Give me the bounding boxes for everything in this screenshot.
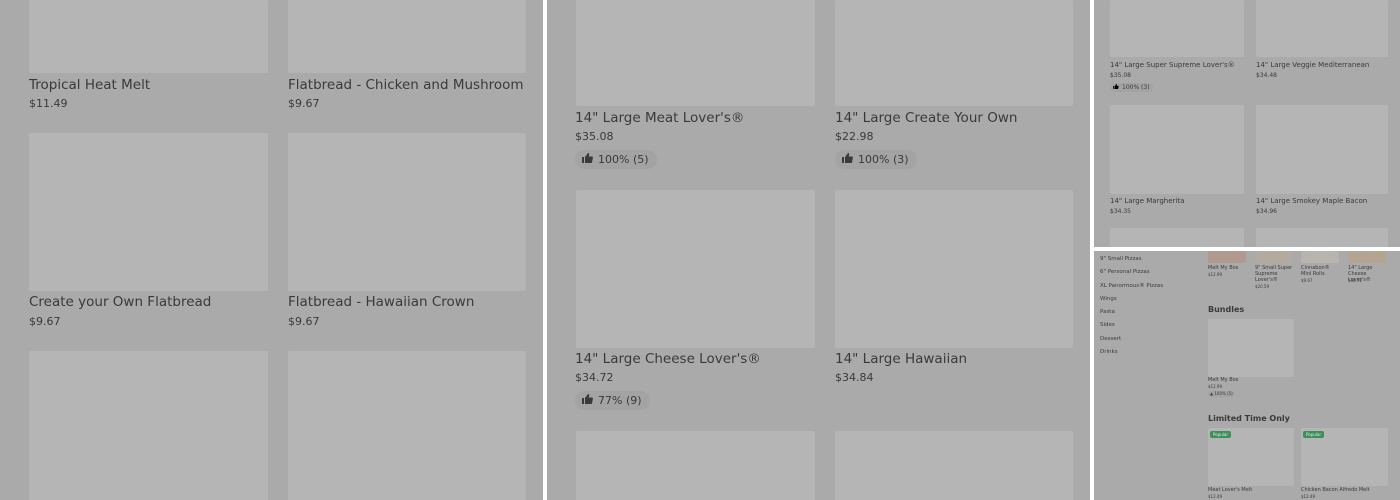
item-image[interactable]	[1348, 251, 1386, 263]
thumbs-up-icon	[1113, 84, 1119, 91]
item-price: $34.96	[1256, 208, 1277, 215]
item-price: $9.67	[29, 315, 61, 328]
item-name[interactable]: 14" Large Super Supreme Lover's®	[1110, 61, 1235, 69]
item-price: $34.72	[575, 371, 614, 384]
item-price: $12.49	[1208, 494, 1222, 499]
item-name[interactable]: 14" Large Hawaiian	[835, 351, 967, 367]
item-price: $34.48	[1256, 72, 1277, 79]
menu-panel-large-pizzas: 14" Large Meat Lover's® $35.08 100% (5) …	[547, 0, 1090, 500]
nav-item-small-pizzas[interactable]: 9" Small Pizzas	[1100, 256, 1142, 262]
nav-item-xl-pizzas[interactable]: XL Panormous® Pizzas	[1100, 283, 1163, 289]
item-price: $34.72	[1348, 278, 1362, 283]
item-name[interactable]: Tropical Heat Melt	[29, 77, 150, 93]
thumbs-up-icon	[582, 394, 593, 407]
nav-item-personal-pizzas[interactable]: 6" Personal Pizzas	[1100, 269, 1150, 275]
thumbs-up-icon	[842, 153, 853, 166]
item-image[interactable]	[288, 133, 526, 291]
item-price: $35.08	[1110, 72, 1131, 79]
nav-item-wings[interactable]: Wings	[1100, 296, 1117, 302]
item-image[interactable]	[1110, 0, 1244, 57]
item-name[interactable]: Create your Own Flatbread	[29, 294, 211, 310]
item-image[interactable]	[1208, 251, 1246, 263]
item-price: $9.67	[1301, 278, 1313, 283]
item-name[interactable]: 14" Large Veggie Mediterranean	[1256, 61, 1369, 69]
rating-text: 100% (3)	[858, 153, 909, 166]
rating-text: 100% (3)	[1122, 84, 1150, 91]
item-name[interactable]: 14" Large Create Your Own	[835, 110, 1017, 126]
item-price: $9.67	[288, 97, 320, 110]
item-price: $12.99	[1208, 384, 1222, 389]
item-name[interactable]: 9" Small Super Supreme Lover's®	[1255, 265, 1295, 283]
item-image[interactable]	[288, 0, 526, 73]
item-price: $11.49	[29, 97, 68, 110]
rating-badge: 77% (9)	[575, 391, 650, 410]
item-image[interactable]	[835, 190, 1073, 348]
item-price: $12.99	[1208, 272, 1222, 277]
bundles-heading: Bundles	[1208, 305, 1245, 314]
item-image[interactable]	[835, 431, 1073, 500]
item-price: $20.59	[1255, 284, 1269, 289]
rating-badge: 100% (3)	[1110, 83, 1153, 92]
item-price: $9.67	[288, 315, 320, 328]
limited-time-heading: Limited Time Only	[1208, 414, 1290, 423]
item-image[interactable]	[288, 351, 526, 500]
item-image[interactable]	[1208, 319, 1294, 377]
rating-text: 100% (5)	[1214, 391, 1233, 396]
item-name[interactable]: Cinnabon® Mini Rolls	[1301, 265, 1341, 277]
item-image[interactable]	[1256, 0, 1388, 57]
rating-text: 100% (5)	[598, 153, 649, 166]
item-name[interactable]: 14" Large Smokey Maple Bacon	[1256, 197, 1367, 205]
item-name[interactable]: 14" Large Cheese Lover's®	[575, 351, 761, 367]
rating-badge: 100% (3)	[835, 150, 917, 169]
item-image[interactable]	[1255, 251, 1293, 263]
item-image[interactable]	[1110, 105, 1244, 194]
item-price: $22.98	[835, 130, 874, 143]
menu-panel-specialty-pizzas: 14" Large Super Supreme Lover's® $35.08 …	[1094, 0, 1400, 247]
menu-panel-flatbreads: Tropical Heat Melt $11.49 Flatbread - Ch…	[0, 0, 543, 500]
item-price: $34.84	[835, 371, 874, 384]
item-name[interactable]: Chicken Bacon Alfredo Melt	[1301, 487, 1370, 493]
nav-item-drinks[interactable]: Drinks	[1100, 349, 1118, 355]
menu-panel-overview: 9" Small Pizzas 6" Personal Pizzas XL Pa…	[1094, 251, 1400, 500]
thumbs-up-icon	[582, 153, 593, 166]
item-image[interactable]	[1256, 228, 1388, 247]
item-image[interactable]	[1301, 251, 1339, 263]
item-price: $12.49	[1301, 494, 1315, 499]
item-image[interactable]	[29, 133, 268, 291]
rating-text: 77% (9)	[598, 394, 642, 407]
nav-item-sides[interactable]: Sides	[1100, 322, 1115, 328]
item-price: $35.08	[575, 130, 614, 143]
nav-item-dessert[interactable]: Dessert	[1100, 336, 1121, 342]
nav-item-pasta[interactable]: Pasta	[1100, 309, 1115, 315]
rating-badge: ▲ 100% (5)	[1208, 391, 1235, 397]
thumbs-up-icon: ▲	[1210, 391, 1214, 396]
item-image[interactable]	[835, 0, 1073, 106]
item-image[interactable]	[1110, 228, 1244, 247]
rating-badge: 100% (5)	[575, 150, 657, 169]
item-image[interactable]	[576, 431, 815, 500]
item-price: $34.35	[1110, 208, 1131, 215]
item-name[interactable]: 14" Large Margherita	[1110, 197, 1184, 205]
item-name[interactable]: Melt My Box	[1208, 377, 1239, 383]
item-image[interactable]	[576, 190, 815, 348]
popular-badge: Popular	[1303, 431, 1324, 438]
item-image[interactable]	[29, 351, 268, 500]
item-name[interactable]: Flatbread - Chicken and Mushroom	[288, 77, 524, 93]
item-image[interactable]	[1256, 105, 1388, 194]
item-image[interactable]	[576, 0, 815, 106]
item-name[interactable]: Melt My Box	[1208, 265, 1248, 271]
item-name[interactable]: Meat Lover's Melt	[1208, 487, 1252, 493]
item-name[interactable]: Flatbread - Hawaiian Crown	[288, 294, 474, 310]
popular-badge: Popular	[1210, 431, 1231, 438]
item-name[interactable]: 14" Large Meat Lover's®	[575, 110, 744, 126]
item-image[interactable]	[29, 0, 268, 73]
